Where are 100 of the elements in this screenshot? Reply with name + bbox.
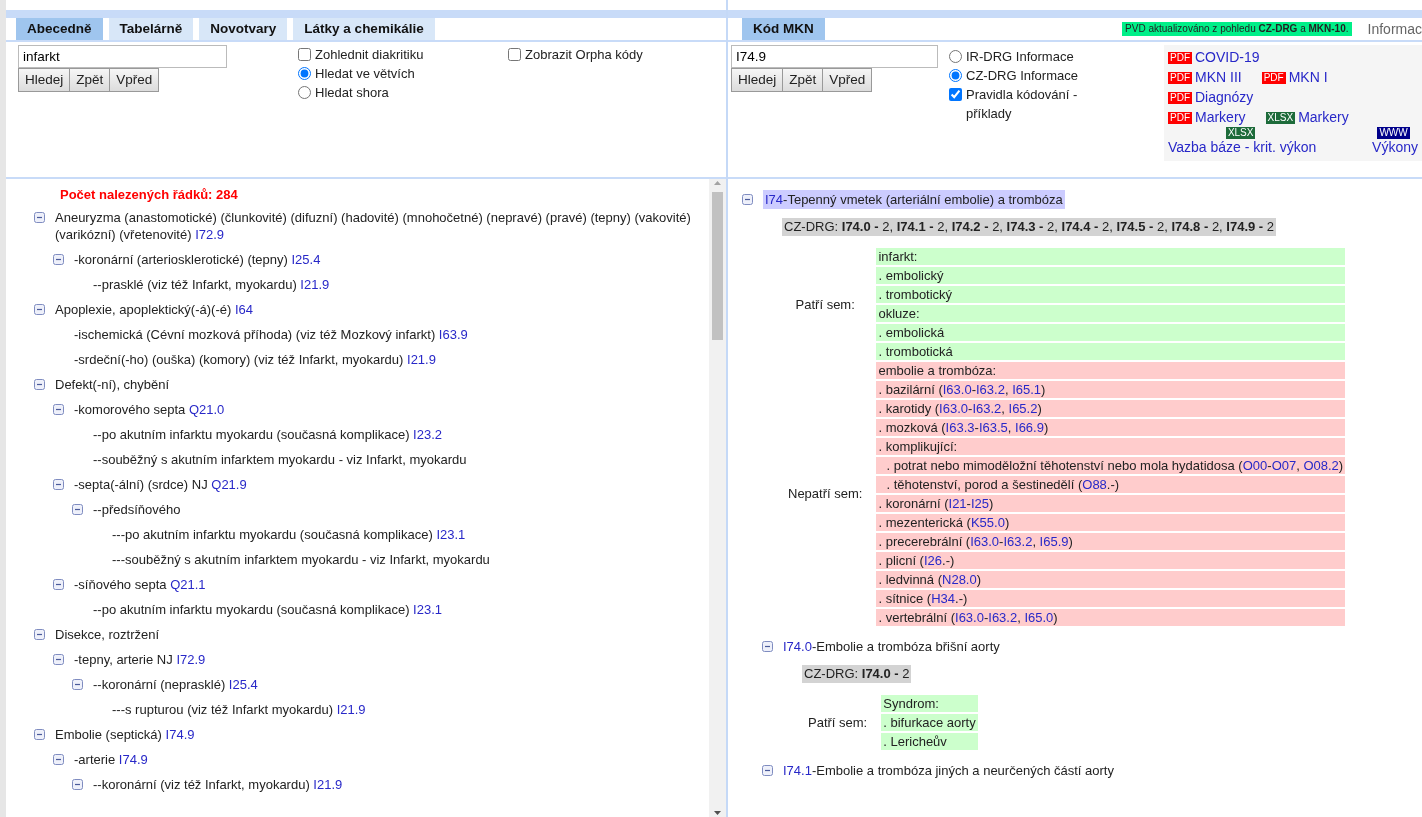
collapse-icon[interactable]: [34, 379, 45, 390]
drg-summary: CZ-DRG: I74.0 - 2: [802, 665, 912, 683]
tab[interactable]: Novotvary: [199, 18, 288, 40]
collapse-icon[interactable]: [34, 304, 45, 315]
radio-button[interactable]: [298, 67, 311, 80]
collapse-icon[interactable]: [34, 212, 45, 223]
collapse-icon[interactable]: [53, 404, 64, 415]
search-field[interactable]: infarkt: [18, 45, 227, 68]
code-link[interactable]: O88: [1082, 477, 1107, 492]
scrollbar-thumb[interactable]: [712, 192, 723, 340]
code-link[interactable]: I72.9: [195, 227, 225, 242]
code-link[interactable]: O08.2: [1303, 458, 1339, 473]
code-heading[interactable]: I74-Tepenný vmetek (arteriální embolie) a trombóza: [763, 190, 1065, 209]
collapse-icon[interactable]: [53, 754, 64, 765]
note-row: . Lericheův: [881, 732, 978, 751]
tab[interactable]: Kód MKN: [742, 18, 825, 40]
document-link[interactable]: Markery: [1298, 109, 1349, 125]
collapse-icon[interactable]: [72, 504, 83, 515]
collapse-icon[interactable]: [53, 579, 64, 590]
code-link[interactable]: I25: [970, 496, 989, 511]
code-link[interactable]: K55.0: [970, 515, 1005, 530]
code-link[interactable]: O00: [1242, 458, 1268, 473]
code-heading[interactable]: I74.0-Embolie a trombóza břišní aorty: [783, 637, 1000, 656]
code-link[interactable]: I63.0: [955, 610, 984, 625]
collapse-icon[interactable]: [762, 641, 773, 652]
code-link[interactable]: I21.9: [300, 277, 330, 292]
document-link[interactable]: Diagnózy: [1195, 89, 1254, 105]
scroll-down-icon[interactable]: [713, 808, 722, 817]
search-nav-button[interactable]: Zpět: [69, 68, 111, 93]
code-link[interactable]: I66.9: [1015, 420, 1044, 435]
code-link[interactable]: I65.9: [1039, 534, 1069, 549]
code-link[interactable]: Q21.1: [170, 577, 206, 592]
tab[interactable]: Informac: [1357, 18, 1422, 40]
document-link[interactable]: Markery: [1195, 109, 1246, 125]
file-type-tag: XLSX: [1265, 112, 1296, 124]
code-heading[interactable]: I74.1-Embolie a trombóza jiných a neurčených částí aorty: [783, 761, 1114, 780]
checkbox[interactable]: [298, 48, 311, 61]
code-link[interactable]: H34: [931, 591, 956, 606]
tab[interactable]: Tabelárně: [108, 18, 194, 40]
document-link[interactable]: COVID-19: [1195, 49, 1260, 65]
code-link[interactable]: I74.1: [783, 763, 812, 778]
code-link[interactable]: I72.9: [176, 652, 206, 667]
code-link[interactable]: I65.0: [1024, 610, 1054, 625]
file-type-tag: PDF: [1168, 72, 1192, 84]
code-link[interactable]: I21.9: [407, 352, 436, 367]
collapse-icon[interactable]: [762, 765, 773, 776]
document-link[interactable]: Vazba báze - krit. výkon: [1168, 139, 1317, 155]
code-link[interactable]: I25.4: [228, 677, 258, 692]
code-link[interactable]: I64: [234, 302, 253, 317]
document-link[interactable]: Výkony: [1372, 139, 1418, 155]
code-link[interactable]: I74: [765, 192, 784, 207]
code-link[interactable]: I63.0: [942, 382, 972, 397]
collapse-icon[interactable]: [53, 479, 64, 490]
code-link[interactable]: O07: [1271, 458, 1297, 473]
code-link[interactable]: I23.1: [413, 602, 442, 617]
tab[interactable]: Látky a chemikálie: [293, 18, 435, 40]
code-field[interactable]: I74.9: [731, 45, 938, 68]
search-nav-button[interactable]: Vpřed: [822, 68, 873, 93]
code-link[interactable]: I25.4: [291, 252, 321, 267]
code-link[interactable]: Q21.9: [211, 477, 247, 492]
tab[interactable]: Abecedně: [16, 18, 103, 40]
code-link[interactable]: I63.0: [939, 401, 969, 416]
document-link[interactable]: MKN III: [1195, 69, 1242, 85]
radio-button[interactable]: [298, 86, 311, 99]
code-link[interactable]: Q21.0: [188, 402, 225, 417]
collapse-icon[interactable]: [72, 779, 83, 790]
collapse-icon[interactable]: [72, 679, 83, 690]
code-link[interactable]: I21.9: [313, 777, 343, 792]
collapse-icon[interactable]: [53, 254, 64, 265]
code-link[interactable]: I63.3: [945, 420, 975, 435]
code-link[interactable]: I21: [948, 496, 967, 511]
document-link[interactable]: MKN I: [1288, 69, 1328, 85]
radio-button[interactable]: [949, 69, 962, 82]
search-nav-button[interactable]: Hledej: [731, 68, 784, 93]
code-link[interactable]: I74.0: [783, 639, 812, 654]
code-link[interactable]: I63.2: [976, 382, 1005, 397]
checkbox[interactable]: [508, 48, 521, 61]
code-link[interactable]: I65.2: [1008, 401, 1038, 416]
code-link[interactable]: I21.9: [336, 702, 366, 717]
checkbox[interactable]: [949, 88, 962, 101]
code-link[interactable]: I63.5: [978, 420, 1008, 435]
code-link[interactable]: I26: [923, 553, 942, 568]
code-link[interactable]: N28.0: [942, 572, 977, 587]
search-nav-button[interactable]: Vpřed: [109, 68, 160, 93]
search-nav-button[interactable]: Hledej: [18, 68, 71, 93]
collapse-icon[interactable]: [34, 629, 45, 640]
code-link[interactable]: I74.9: [118, 752, 148, 767]
code-link[interactable]: I65.1: [1012, 382, 1042, 397]
code-link[interactable]: I23.2: [413, 427, 442, 442]
scrollbar[interactable]: [709, 179, 726, 817]
search-nav-button[interactable]: Zpět: [782, 68, 824, 93]
radio-button[interactable]: [949, 50, 962, 63]
code-link[interactable]: I63.0: [970, 534, 1000, 549]
collapse-icon[interactable]: [34, 729, 45, 740]
code-link[interactable]: I74.9: [165, 727, 195, 742]
code-link[interactable]: I23.1: [436, 527, 466, 542]
collapse-icon[interactable]: [53, 654, 64, 665]
collapse-icon[interactable]: [742, 194, 753, 205]
option-label: Hledat shora: [315, 84, 389, 102]
code-link[interactable]: I63.9: [438, 327, 468, 342]
